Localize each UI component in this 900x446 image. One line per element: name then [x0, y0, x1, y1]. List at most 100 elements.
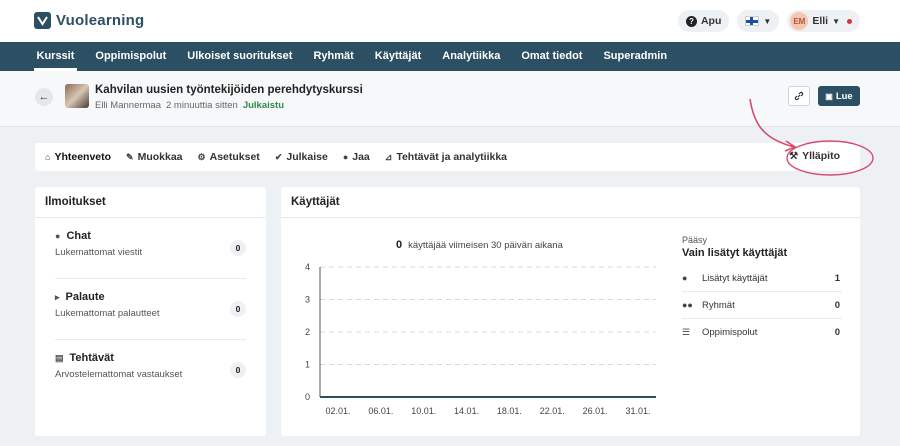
stat-value: 0	[834, 327, 840, 338]
chevron-down-icon: ▼	[763, 16, 772, 26]
notification-dot	[847, 18, 852, 24]
notifications-card: Ilmoitukset ● Chat Lukemattomat viestit …	[35, 187, 266, 436]
tab-yhteenveto[interactable]: ⌂ Yhteenveto	[45, 151, 111, 163]
y-tick-label: 1	[305, 360, 310, 370]
list-icon: ▤	[55, 352, 64, 363]
back-button[interactable]: ←	[35, 88, 53, 106]
y-tick-label: 2	[305, 327, 310, 337]
nav-item-ulkoiset-suoritukset[interactable]: Ulkoiset suoritukset	[177, 42, 303, 71]
count-badge: 0	[230, 240, 246, 256]
tab-label: Muokkaa	[137, 151, 183, 163]
chart-heading: 0 käyttäjää viimeisen 30 päivän aikana	[396, 239, 563, 251]
stat-row-ryhmat[interactable]: ●● Ryhmät 0	[682, 292, 842, 319]
list-item[interactable]: ▸ Palaute Lukemattomat palautteet 0	[55, 279, 246, 340]
tab-label: Jaa	[352, 151, 370, 163]
stat-label: Ryhmät	[702, 299, 735, 311]
course-updated: 2 minuuttia sitten	[166, 100, 238, 111]
notification-title: Palaute	[65, 291, 105, 303]
access-panel: Pääsy Vain lisätyt käyttäjät ● Lisätyt k…	[682, 235, 842, 346]
tab-label: Tehtävät ja analytiikka	[396, 151, 508, 163]
read-label: Lue	[835, 90, 853, 102]
stat-row-lisatyt-kayttajat[interactable]: ● Lisätyt käyttäjät 1	[682, 265, 842, 292]
x-tick-label: 14.01.	[454, 406, 479, 416]
stat-label: Oppimispolut	[702, 327, 758, 338]
tab-label: Asetukset	[209, 151, 260, 163]
status-badge: Julkaistu	[242, 100, 285, 111]
x-tick-label: 18.01.	[497, 406, 522, 416]
nav-item-analytiikka[interactable]: Analytiikka	[432, 42, 511, 71]
notification-title: Tehtävät	[69, 352, 114, 364]
finnish-flag-icon	[745, 16, 760, 26]
notification-subtitle: Lukemattomat viestit	[55, 247, 143, 258]
pencil-icon: ✎	[126, 151, 134, 162]
users-card: Käyttäjät 0 käyttäjää viimeisen 30 päivän…	[281, 187, 860, 436]
access-value: Vain lisätyt käyttäjät	[682, 247, 788, 259]
chevron-down-icon: ▼	[832, 16, 840, 26]
user-name: Elli	[812, 15, 829, 27]
course-meta: Elli Mannermaa 2 minuuttia sitten Julkai…	[95, 100, 284, 111]
tab-label: Julkaise	[286, 151, 328, 163]
avatar: EM	[790, 12, 809, 30]
course-author: Elli Mannermaa	[95, 100, 161, 111]
count-badge: 0	[230, 362, 246, 378]
user-menu[interactable]: EM Elli ▼	[787, 10, 860, 32]
tab-label: Yhteenveto	[54, 151, 112, 163]
home-icon: ⌂	[45, 152, 51, 162]
y-tick-label: 0	[305, 392, 310, 402]
list-item[interactable]: ▤ Tehtävät Arvostelemattomat vastaukset …	[55, 340, 246, 401]
main-nav: Kurssit Oppimispolut Ulkoiset suoritukse…	[0, 42, 900, 71]
users-chart: 0 1 2 3 4 02.01. 06.01. 10.01. 14.01. 18.01. 22.01…	[305, 262, 656, 416]
user-icon: ●	[682, 273, 688, 283]
access-label: Pääsy	[682, 235, 708, 245]
notification-subtitle: Lukemattomat palautteet	[55, 308, 160, 319]
course-title: Kahvilan uusien työntekijöiden perehdyty…	[95, 84, 363, 96]
x-tick-label: 22.01.	[540, 406, 565, 416]
read-button[interactable]: ▣ Lue	[818, 86, 860, 106]
stat-label: Lisätyt käyttäjät	[702, 272, 768, 284]
help-button[interactable]: ? Apu	[677, 10, 730, 32]
list-item[interactable]: ● Chat Lukemattomat viestit 0	[55, 218, 246, 279]
notifications-title: Ilmoitukset	[35, 187, 266, 218]
y-tick-label: 3	[305, 295, 310, 305]
stat-row-oppimispolut[interactable]: ☰ Oppimispolut 0	[682, 319, 842, 346]
nav-item-superadmin[interactable]: Superadmin	[593, 42, 678, 71]
stat-value: 0	[834, 299, 840, 311]
tab-jaa[interactable]: ● Jaa	[343, 151, 370, 163]
top-bar: Vuolearning ? Apu ▼ EM Elli ▼	[0, 0, 900, 42]
nav-item-kayttajat[interactable]: Käyttäjät	[364, 42, 431, 71]
tab-muokkaa[interactable]: ✎ Muokkaa	[126, 151, 182, 163]
y-tick-label: 4	[305, 262, 310, 272]
x-tick-label: 26.01.	[583, 406, 608, 416]
stat-value: 1	[834, 272, 840, 284]
x-tick-label: 31.01.	[625, 406, 650, 416]
users-icon: ●●	[682, 300, 693, 310]
logo-icon	[34, 12, 51, 29]
check-circle-icon: ✔	[274, 151, 283, 162]
nav-item-kurssit[interactable]: Kurssit	[26, 42, 85, 71]
notification-title: Chat	[66, 230, 91, 242]
users-title: Käyttäjät	[281, 187, 860, 218]
nav-item-omat-tiedot[interactable]: Omat tiedot	[511, 42, 593, 71]
help-icon: ?	[685, 15, 697, 27]
person-icon: ●	[342, 152, 349, 162]
brand-name: Vuolearning	[56, 12, 145, 29]
megaphone-icon: ▸	[55, 291, 60, 302]
x-tick-label: 06.01.	[368, 406, 393, 416]
help-label: Apu	[700, 15, 722, 27]
book-icon: ▣	[825, 91, 833, 101]
tab-julkaise[interactable]: ✔ Julkaise	[275, 151, 328, 163]
course-tabs: ⌂ Yhteenveto ✎ Muokkaa ⚙ Asetukset ✔ Jul…	[35, 143, 860, 171]
tab-tehtavat-ja-analytiikka[interactable]: ⊿ Tehtävät ja analytiikka	[385, 151, 507, 163]
gear-icon: ⚙	[197, 151, 206, 162]
tab-asetukset[interactable]: ⚙ Asetukset	[198, 151, 260, 163]
chat-icon: ●	[55, 231, 61, 241]
brand-logo[interactable]: Vuolearning	[34, 12, 144, 29]
course-thumbnail	[65, 84, 89, 108]
chart-icon: ⊿	[384, 151, 393, 162]
nav-item-ryhmat[interactable]: Ryhmät	[303, 42, 364, 71]
language-selector[interactable]: ▼	[737, 10, 780, 32]
nav-item-oppimispolut[interactable]: Oppimispolut	[85, 42, 177, 71]
users-count: 0	[396, 239, 403, 251]
users-summary: käyttäjää viimeisen 30 päivän aikana	[408, 240, 563, 251]
arrow-left-icon: ←	[38, 91, 50, 103]
